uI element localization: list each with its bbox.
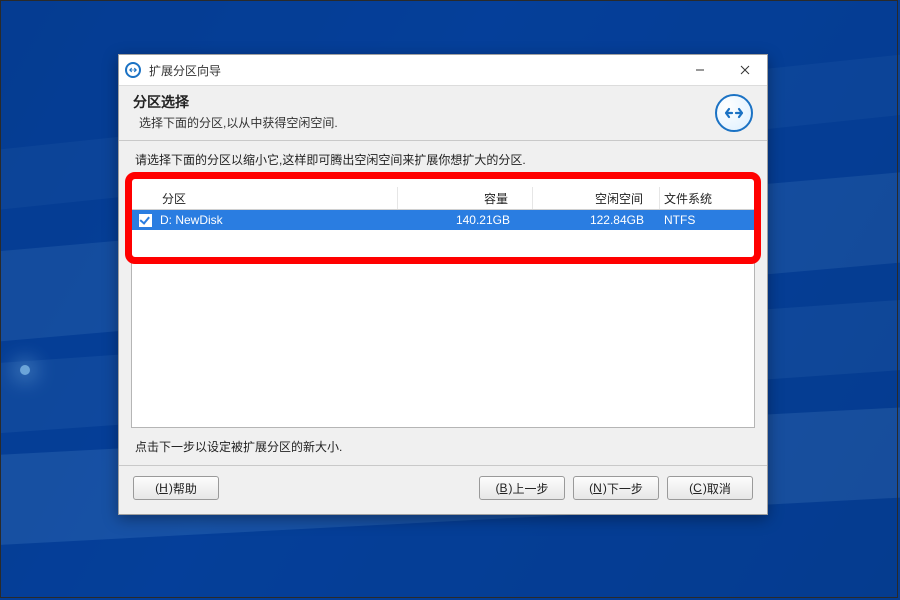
row-size: 140.21GB — [400, 213, 534, 227]
button-bar: (H)帮助 (B)上一步 (N)下一步 (C)取消 — [119, 466, 767, 514]
window-title: 扩展分区向导 — [149, 62, 221, 79]
partition-list-header: 分区 容量 空闲空间 文件系统 — [132, 179, 754, 210]
partition-list[interactable]: 分区 容量 空闲空间 文件系统 D: NewDisk 140.21GB 122.… — [131, 178, 755, 428]
col-size[interactable]: 容量 — [398, 187, 533, 209]
close-button[interactable] — [722, 55, 767, 85]
wizard-badge-icon — [715, 94, 753, 132]
wizard-header: 分区选择 选择下面的分区,以从中获得空闲空间. — [119, 86, 767, 140]
minimize-button[interactable] — [677, 55, 722, 85]
help-button[interactable]: (H)帮助 — [133, 476, 219, 500]
app-icon — [125, 62, 141, 78]
col-partition[interactable]: 分区 — [158, 187, 398, 209]
row-partition-name: D: NewDisk — [158, 213, 400, 227]
row-checkbox[interactable] — [139, 214, 152, 227]
row-filesystem: NTFS — [660, 213, 754, 227]
wizard-dialog: 扩展分区向导 分区选择 选择下面的分区,以从中获得空闲空间. 请选择下面的分区以… — [118, 54, 768, 515]
titlebar[interactable]: 扩展分区向导 — [119, 55, 767, 86]
back-button[interactable]: (B)上一步 — [479, 476, 565, 500]
cancel-button[interactable]: (C)取消 — [667, 476, 753, 500]
col-free[interactable]: 空闲空间 — [533, 187, 660, 209]
page-title: 分区选择 — [133, 92, 715, 112]
next-button[interactable]: (N)下一步 — [573, 476, 659, 500]
row-free: 122.84GB — [534, 213, 660, 227]
instruction-text: 请选择下面的分区以缩小它,这样即可腾出空闲空间来扩展你想扩大的分区. — [119, 140, 767, 174]
page-subtitle: 选择下面的分区,以从中获得空闲空间. — [133, 114, 715, 131]
partition-row[interactable]: D: NewDisk 140.21GB 122.84GB NTFS — [132, 210, 754, 230]
col-filesystem[interactable]: 文件系统 — [660, 187, 754, 209]
hint-text: 点击下一步以设定被扩展分区的新大小. — [119, 428, 767, 459]
